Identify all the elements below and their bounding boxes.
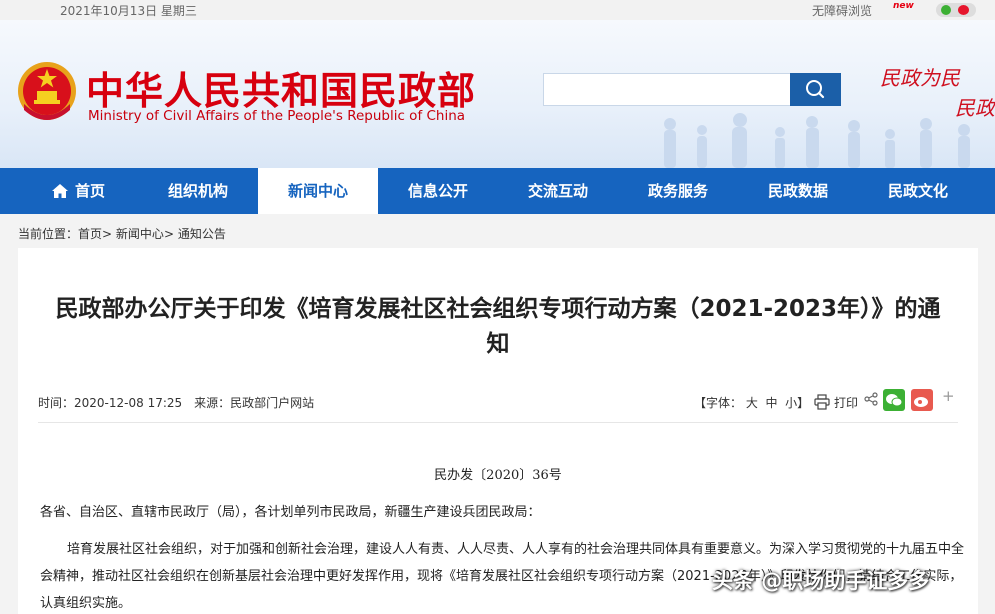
font-size-large[interactable]: 大: [746, 396, 758, 410]
nav-item-interaction[interactable]: 交流互动: [498, 168, 618, 214]
site-title[interactable]: 中华人民共和国民政部: [86, 60, 476, 115]
wechat-share-icon[interactable]: [883, 389, 905, 411]
nav-item-organization[interactable]: 组织机构: [138, 168, 258, 214]
nav-label: 民政文化: [887, 182, 948, 200]
article-card: 民政部办公厅关于印发《培育发展社区社会组织专项行动方案（2021-2023年）》…: [18, 248, 978, 614]
nav-label: 政务服务: [647, 182, 708, 200]
nav-item-culture[interactable]: 民政文化: [858, 168, 978, 214]
current-date: 2021年10月13日 星期三: [60, 4, 197, 18]
wechat-icon[interactable]: [941, 5, 951, 15]
search-icon: [806, 80, 825, 99]
article-meta: 时间：2020-12-08 17:25 来源：民政部门户网站: [38, 394, 314, 411]
social-links[interactable]: [936, 3, 976, 17]
nav-label: 信息公开: [407, 182, 468, 200]
weibo-share-icon[interactable]: [911, 389, 933, 411]
wechat-icon: [886, 394, 903, 407]
font-size-prefix: 【字体：: [694, 396, 743, 410]
site-header: 中华人民共和国民政部 Ministry of Civil Affairs of …: [0, 20, 995, 168]
national-emblem-icon: [18, 62, 76, 120]
nav-item-info-disclosure[interactable]: 信息公开: [378, 168, 498, 214]
addressee-paragraph: 各省、自治区、直辖市民政厅（局），各计划单列市民政局，新疆生产建设兵团民政局：: [40, 505, 541, 520]
divider: [38, 422, 958, 423]
search-input[interactable]: [543, 73, 791, 106]
font-size-small[interactable]: 小: [785, 396, 797, 410]
font-size-selector: 【字体： 大 中 小】: [694, 394, 809, 411]
main-nav: 首页 组织机构 新闻中心 信息公开 交流互动 政务服务 民政数据 民政文化: [0, 168, 995, 214]
font-size-suffix: 】: [797, 396, 810, 410]
watermark: 头条 @职场助手证多多: [712, 569, 930, 593]
article-source: 民政部门户网站: [230, 396, 315, 410]
nav-item-services[interactable]: 政务服务: [618, 168, 738, 214]
print-button[interactable]: 打印: [814, 391, 864, 411]
more-share-button[interactable]: +: [942, 387, 955, 405]
print-label: 打印: [834, 396, 859, 410]
nav-item-home[interactable]: 首页: [18, 168, 138, 214]
nav-label: 民政数据: [767, 182, 828, 200]
time-label: 时间：: [38, 396, 75, 410]
breadcrumb-prefix: 当前位置：: [18, 227, 79, 241]
site-subtitle: Ministry of Civil Affairs of the People'…: [88, 108, 466, 124]
article-title: 民政部办公厅关于印发《培育发展社区社会组织专项行动方案（2021-2023年）》…: [55, 296, 941, 357]
weibo-icon: [914, 397, 928, 407]
breadcrumb-news[interactable]: 新闻中心: [116, 227, 164, 241]
slogan-line-1: 民政为民: [880, 66, 960, 90]
nav-item-data[interactable]: 民政数据: [738, 168, 858, 214]
breadcrumb-separator: >: [163, 227, 174, 241]
accessibility-link[interactable]: 无障碍浏览: [812, 2, 872, 19]
top-bar: 2021年10月13日 星期三 无障碍浏览 new: [0, 0, 995, 20]
weibo-icon[interactable]: [958, 5, 969, 15]
breadcrumb-separator: >: [102, 227, 113, 241]
people-silhouettes-decoration: [664, 113, 970, 168]
nav-label: 交流互动: [527, 182, 588, 200]
nav-label: 新闻中心: [287, 182, 348, 200]
nav-label: 首页: [74, 182, 105, 200]
font-size-medium[interactable]: 中: [766, 396, 778, 410]
printer-icon: [814, 394, 830, 410]
breadcrumb-notices[interactable]: 通知公告: [178, 227, 226, 241]
breadcrumb-home[interactable]: 首页: [78, 227, 102, 241]
search-button[interactable]: [790, 73, 841, 106]
publish-time: 2020-12-08 17:25: [74, 396, 183, 410]
nav-item-news[interactable]: 新闻中心: [258, 168, 378, 214]
breadcrumb: 当前位置：首页> 新闻中心> 通知公告: [18, 225, 226, 242]
share-icon[interactable]: [864, 392, 878, 406]
source-label: 来源：: [194, 396, 231, 410]
nav-label: 组织机构: [167, 182, 228, 200]
home-icon: [51, 184, 68, 198]
new-badge: new: [893, 1, 914, 11]
document-number: 民办发〔2020〕36号: [434, 468, 562, 483]
